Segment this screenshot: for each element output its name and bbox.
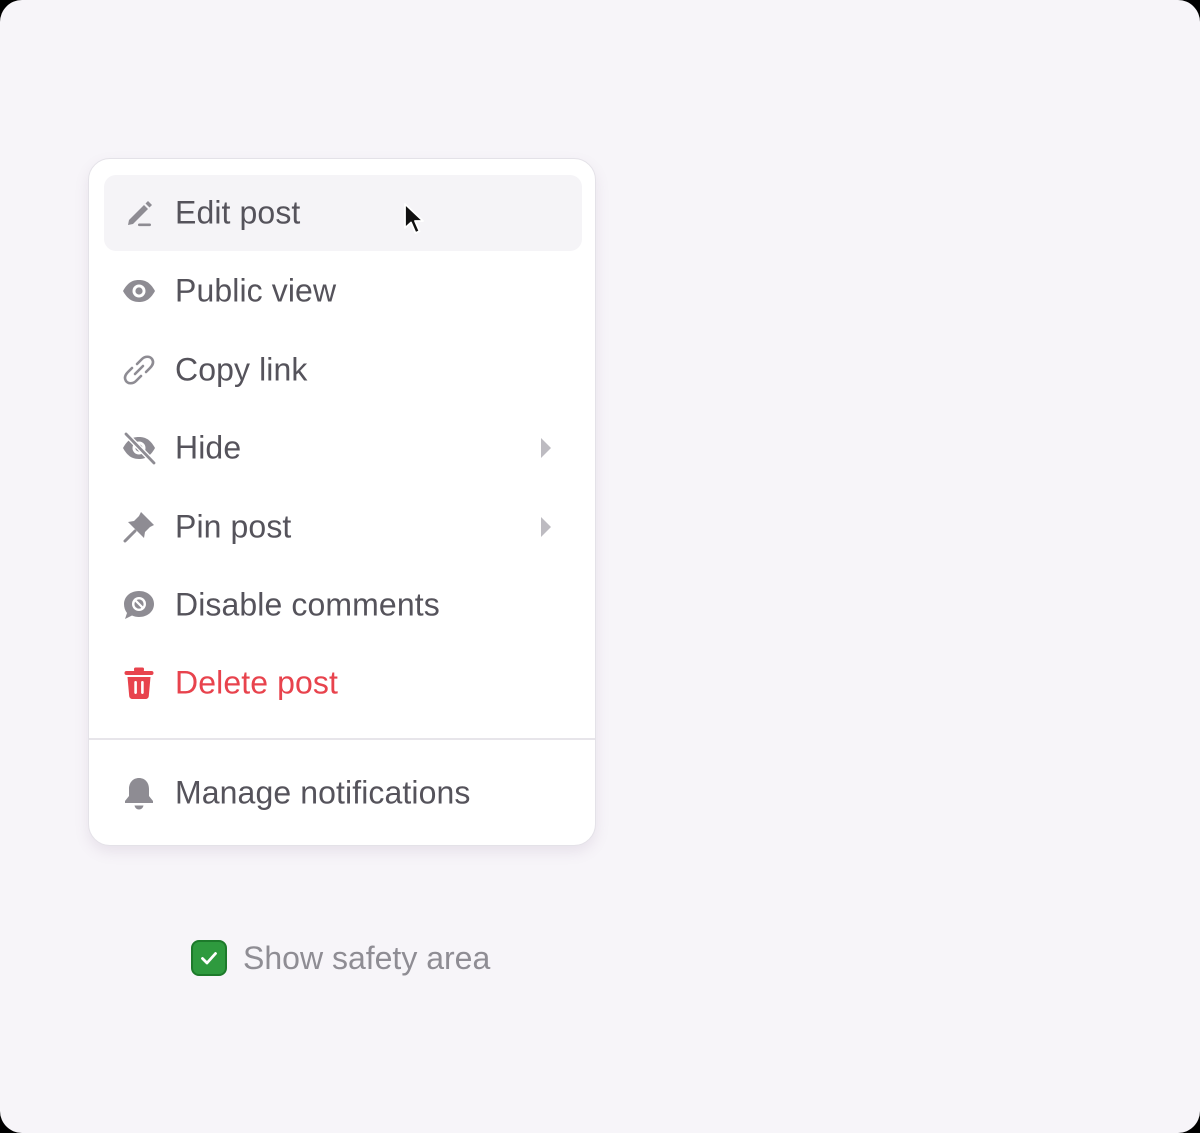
menu-item-pin-post[interactable]: Pin post xyxy=(104,489,582,565)
post-actions-menu: Edit post Public view Copy link Hide Pin… xyxy=(88,158,596,846)
checkmark-icon xyxy=(201,952,217,965)
menu-item-edit-post[interactable]: Edit post xyxy=(104,175,582,251)
menu-item-label: Delete post xyxy=(175,664,338,701)
eye-slash-icon xyxy=(121,430,157,466)
canvas: Edit post Public view Copy link Hide Pin… xyxy=(0,0,1200,1133)
mouse-pointer-icon xyxy=(404,203,424,234)
menu-item-public-view[interactable]: Public view xyxy=(104,253,582,329)
bell-icon xyxy=(121,775,157,811)
eye-icon xyxy=(121,273,157,309)
menu-item-label: Manage notifications xyxy=(175,774,471,811)
menu-divider xyxy=(89,738,595,740)
menu-item-delete-post[interactable]: Delete post xyxy=(104,645,582,721)
menu-item-label: Edit post xyxy=(175,194,301,231)
link-icon xyxy=(121,352,157,388)
menu-item-copy-link[interactable]: Copy link xyxy=(104,332,582,408)
menu-item-manage-notifications[interactable]: Manage notifications xyxy=(104,755,582,831)
menu-item-label: Pin post xyxy=(175,508,292,545)
pin-icon xyxy=(121,509,157,545)
pencil-icon xyxy=(121,195,157,231)
safety-area-checkbox[interactable] xyxy=(191,940,227,976)
comment-disabled-icon xyxy=(121,587,157,623)
menu-item-hide[interactable]: Hide xyxy=(104,410,582,486)
menu-item-label: Copy link xyxy=(175,351,308,388)
menu-item-disable-comments[interactable]: Disable comments xyxy=(104,567,582,643)
chevron-right-icon xyxy=(541,517,551,537)
menu-item-label: Public view xyxy=(175,272,337,309)
chevron-right-icon xyxy=(541,438,551,458)
menu-item-label: Hide xyxy=(175,429,242,466)
menu-item-label: Disable comments xyxy=(175,586,440,623)
trash-icon xyxy=(121,665,157,701)
show-safety-area-toggle[interactable]: Show safety area xyxy=(191,938,490,978)
safety-area-label: Show safety area xyxy=(243,939,491,976)
